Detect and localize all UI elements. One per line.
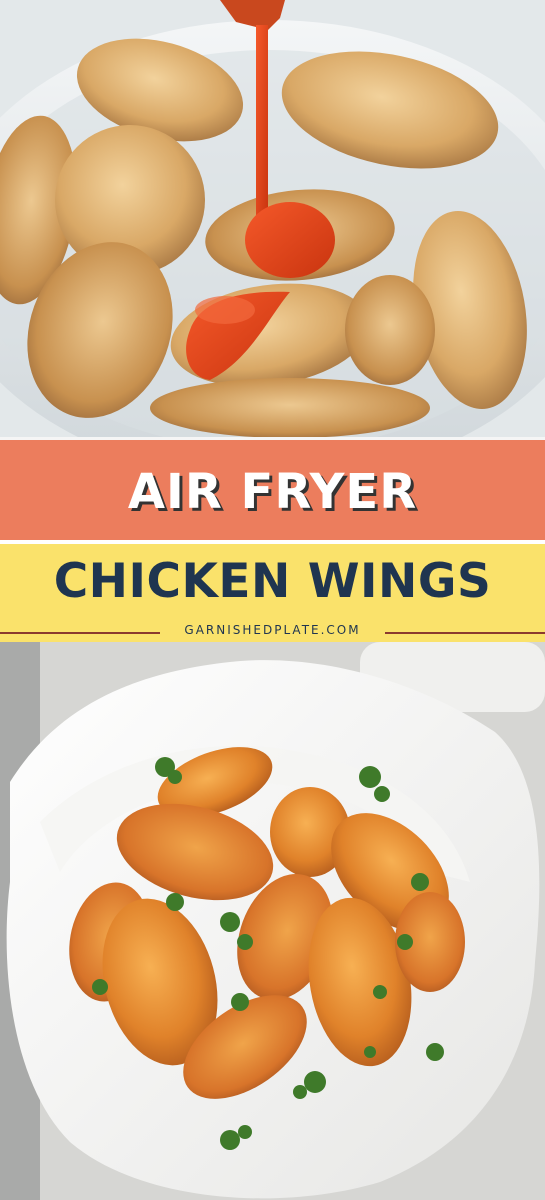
website-rule-right <box>385 632 545 634</box>
website-label: GARNISHEDPLATE.COM <box>184 623 361 637</box>
recipe-pin: AIR FRYER CHICKEN WINGS GARNISHEDPLATE.C… <box>0 0 545 1200</box>
title-band-orange: AIR FRYER <box>0 437 545 543</box>
title-band-yellow: CHICKEN WINGS GARNISHEDPLATE.COM <box>0 544 545 642</box>
title-line-1: AIR FRYER <box>127 463 418 520</box>
title-line-2: CHICKEN WINGS <box>53 554 492 609</box>
bottom-photo-wings-in-parchment <box>0 642 545 1200</box>
website-rule-left <box>0 632 160 634</box>
top-photo-wings-with-sauce <box>0 0 545 437</box>
